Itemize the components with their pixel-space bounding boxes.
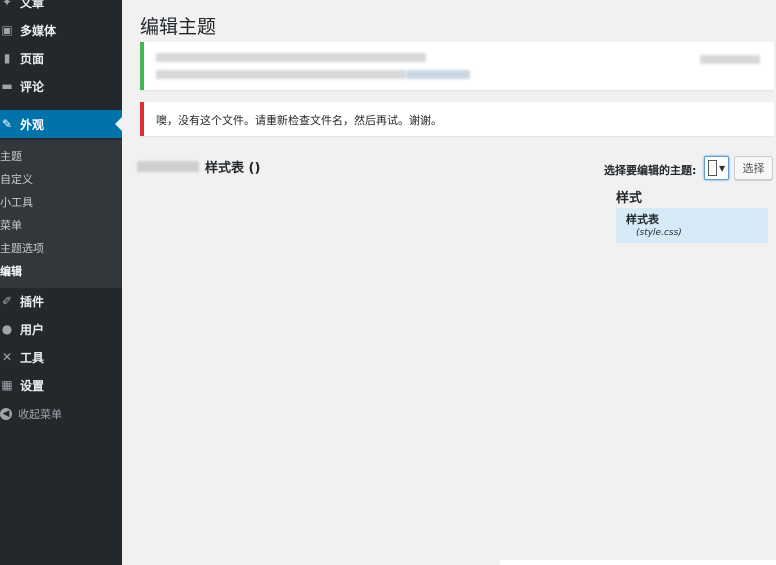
collapse-arrow-icon: ◀	[0, 408, 12, 420]
sidebar-item-label: 评论	[20, 79, 45, 94]
blurred-notice-link	[406, 70, 470, 79]
chevron-down-icon: ▼	[719, 163, 726, 173]
user-icon: ●	[1, 322, 13, 336]
comment-icon: ▬	[1, 79, 13, 93]
file-name: (style.css)	[636, 228, 682, 238]
collapse-menu-label: 收起菜单	[18, 408, 62, 421]
theme-select-label: 选择要编辑的主题:	[604, 164, 697, 177]
file-list-item-stylesheet[interactable]: 样式表 (style.css)	[616, 208, 768, 243]
admin-sidebar: ✦ 文章 ▣ 多媒体 ▮ 页面 ▬ 评论 ✎ 外观 主题 自定义 小工具 菜单 …	[0, 0, 122, 565]
sidebar-item-posts[interactable]: ✦ 文章	[0, 0, 122, 16]
submenu-item-theme-options[interactable]: 主题选项	[0, 240, 44, 256]
file-label: 样式表	[626, 213, 659, 226]
blurred-notice-text	[156, 70, 406, 79]
submenu-item-editor[interactable]: 编辑	[0, 263, 22, 279]
blurred-theme-name	[137, 161, 199, 172]
sidebar-item-plugins[interactable]: ✐ 插件	[0, 287, 122, 315]
select-theme-button[interactable]: 选择	[734, 156, 773, 180]
submenu-item-customize[interactable]: 自定义	[0, 171, 33, 187]
sidebar-item-label: 外观	[20, 117, 45, 132]
wrench-icon: ✕	[1, 350, 13, 364]
blurred-notice-text	[156, 53, 426, 62]
pin-icon: ✦	[1, 0, 13, 9]
error-notice: 噢，没有这个文件。请重新检查文件名，然后再试。谢谢。	[140, 102, 774, 136]
settings-icon: ▦	[1, 378, 13, 392]
submenu-item-themes[interactable]: 主题	[0, 148, 22, 164]
appearance-submenu: 主题 自定义 小工具 菜单 主题选项 编辑	[0, 140, 122, 288]
sidebar-item-users[interactable]: ● 用户	[0, 315, 122, 343]
success-notice	[140, 42, 774, 90]
sidebar-item-label: 文章	[20, 0, 45, 10]
sidebar-item-pages[interactable]: ▮ 页面	[0, 44, 122, 72]
wp-admin-screen: ✦ 文章 ▣ 多媒体 ▮ 页面 ▬ 评论 ✎ 外观 主题 自定义 小工具 菜单 …	[0, 0, 776, 565]
blurred-notice-link	[700, 55, 760, 64]
plugin-icon: ✐	[1, 294, 13, 308]
file-heading: 样式表 ()	[137, 157, 260, 176]
collapse-menu-button[interactable]: ◀ 收起菜单	[0, 404, 62, 424]
submenu-item-widgets[interactable]: 小工具	[0, 194, 33, 210]
page-title: 编辑主题	[140, 16, 217, 38]
theme-select[interactable]: ▼	[704, 156, 729, 180]
sidebar-item-label: 工具	[20, 350, 45, 365]
sidebar-item-appearance[interactable]: ✎ 外观	[0, 110, 122, 138]
file-heading-title: 样式表 ()	[205, 161, 261, 176]
sidebar-item-label: 页面	[20, 51, 45, 66]
brush-icon: ✎	[1, 117, 13, 131]
submenu-item-menus[interactable]: 菜单	[0, 217, 22, 233]
sidebar-item-label: 插件	[20, 294, 45, 309]
sidebar-item-label: 多媒体	[20, 23, 57, 38]
sidebar-item-label: 设置	[20, 378, 45, 393]
media-icon: ▣	[1, 23, 13, 37]
sidebar-item-label: 用户	[20, 322, 45, 337]
sidebar-item-settings[interactable]: ▦ 设置	[0, 371, 122, 399]
theme-select-value	[708, 160, 717, 176]
sidebar-item-comments[interactable]: ▬ 评论	[0, 72, 122, 100]
sidebar-item-media[interactable]: ▣ 多媒体	[0, 16, 122, 44]
error-notice-text: 噢，没有这个文件。请重新检查文件名，然后再试。谢谢。	[156, 114, 442, 127]
sidebar-item-tools[interactable]: ✕ 工具	[0, 343, 122, 371]
page-icon: ▮	[3, 51, 11, 65]
bottom-strip	[500, 560, 776, 565]
styles-heading: 样式	[616, 191, 643, 206]
